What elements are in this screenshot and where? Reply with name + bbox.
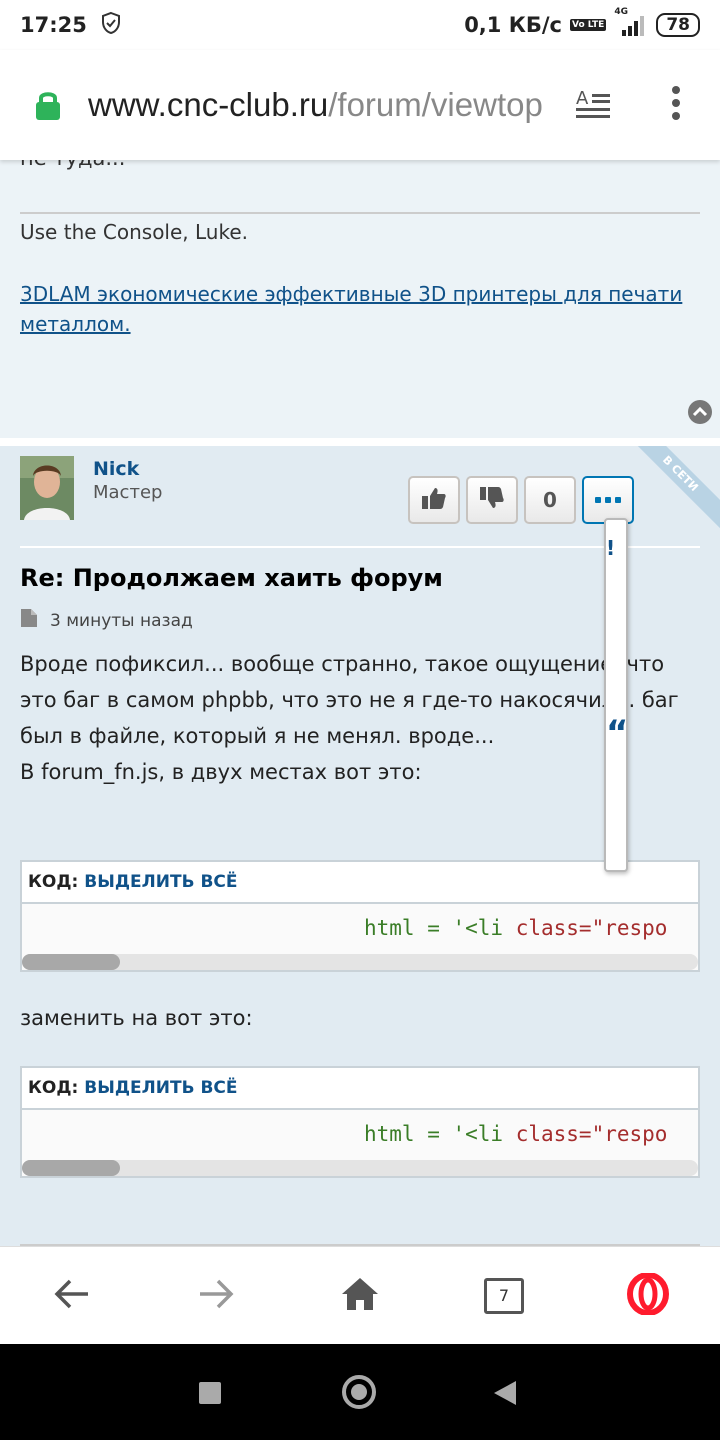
browser-bottom-bar: 7 — [0, 1246, 720, 1344]
dislike-button[interactable] — [466, 476, 518, 524]
thumbs-down-icon — [479, 486, 505, 515]
code-block-2: КОД: ВЫДЕЛИТЬ ВСЁ html = '<li class="res… — [20, 1066, 700, 1178]
recents-button[interactable] — [199, 1382, 221, 1404]
post-body-paragraph: Вроде пофиксил... вообще странно, такое … — [20, 652, 679, 748]
home-system-button[interactable] — [342, 1375, 376, 1409]
url-path: /forum/viewtop — [328, 86, 543, 123]
post-header-divider — [20, 546, 700, 548]
status-bar: 17:25 0,1 КБ/с Vo LTE 4G 78 — [0, 0, 720, 50]
home-button[interactable] — [330, 1266, 390, 1326]
document-icon — [20, 608, 38, 633]
arrow-right-icon — [198, 1278, 234, 1314]
post: Nick Мастер В СЕТИ 0 ! “ Re: Продолжаем … — [0, 446, 720, 1246]
volte-icon: Vo LTE — [570, 19, 607, 31]
lock-icon[interactable] — [34, 89, 62, 121]
post-actions-dropdown: ! “ — [604, 518, 628, 872]
code-header: КОД: ВЫДЕЛИТЬ ВСЁ — [22, 1068, 698, 1110]
back-button[interactable] — [42, 1266, 102, 1326]
arrow-left-icon — [54, 1278, 90, 1314]
svg-text:A: A — [576, 88, 589, 109]
forward-button[interactable] — [186, 1266, 246, 1326]
home-icon — [340, 1276, 380, 1316]
post-author[interactable]: Nick — [93, 458, 139, 480]
url-field[interactable]: www.cnc-club.ru/forum/viewtop — [88, 86, 544, 124]
post-actions-button[interactable] — [582, 476, 634, 524]
page-content: не туда... Use the Console, Luke. 3DLAM … — [0, 160, 720, 1246]
tabs-count: 7 — [484, 1277, 524, 1314]
report-icon[interactable]: ! — [606, 536, 615, 560]
post-separator — [0, 438, 720, 446]
code-header: КОД: ВЫДЕЛИТЬ ВСЁ — [22, 862, 698, 904]
vote-count: 0 — [524, 476, 576, 524]
select-all-link[interactable]: ВЫДЕЛИТЬ ВСЁ — [84, 1078, 237, 1098]
quote-icon[interactable]: “ — [606, 716, 628, 750]
code-content: html = '<li class="respo — [364, 916, 668, 940]
code-scrollbar[interactable] — [22, 1160, 698, 1176]
post-title[interactable]: Re: Продолжаем хаить форум — [20, 564, 443, 592]
more-menu-icon[interactable] — [672, 86, 680, 125]
signal-icon: 4G — [614, 7, 648, 37]
system-navigation-bar — [0, 1344, 720, 1440]
post-time: 3 минуты назад — [50, 610, 193, 631]
signature-text: Use the Console, Luke. — [20, 220, 249, 244]
like-button[interactable] — [408, 476, 460, 524]
previous-post: не туда... Use the Console, Luke. 3DLAM … — [0, 160, 720, 438]
signature-divider — [20, 212, 700, 214]
network-speed: 0,1 КБ/с — [464, 13, 562, 37]
back-to-top-icon[interactable] — [688, 400, 712, 424]
opera-logo-icon — [627, 1271, 669, 1319]
online-ribbon: В СЕТИ — [630, 446, 720, 536]
url-host: www.cnc-club.ru — [88, 86, 329, 123]
author-rank: Мастер — [93, 482, 163, 503]
signature-link[interactable]: 3DLAM экономические эффективные 3D принт… — [20, 279, 690, 339]
code-label: КОД: — [28, 1078, 79, 1098]
previous-post-text: не туда... — [20, 160, 125, 170]
back-system-button[interactable] — [494, 1381, 516, 1405]
post-body-line: заменить на вот это: — [20, 1006, 253, 1030]
code-content: html = '<li class="respo — [364, 1122, 668, 1146]
post-body: Вроде пофиксил... вообще странно, такое … — [20, 646, 700, 790]
post-meta: 3 минуты назад — [20, 608, 193, 633]
avatar[interactable] — [20, 456, 74, 520]
ellipsis-icon — [595, 497, 621, 503]
shield-icon — [101, 11, 121, 40]
code-label: КОД: — [28, 872, 79, 892]
thumbs-up-icon — [421, 486, 447, 515]
code-scrollbar[interactable] — [22, 954, 698, 970]
opera-menu-button[interactable] — [618, 1266, 678, 1326]
address-bar: www.cnc-club.ru/forum/viewtop A — [0, 50, 720, 160]
code-scrollbar-thumb[interactable] — [22, 954, 120, 970]
battery-indicator: 78 — [656, 13, 700, 37]
reader-mode-icon[interactable]: A — [576, 88, 610, 126]
post-body-line: В forum_fn.js, в двух местах вот это: — [20, 760, 422, 784]
code-block-1: КОД: ВЫДЕЛИТЬ ВСЁ html = '<li class="res… — [20, 860, 700, 972]
select-all-link[interactable]: ВЫДЕЛИТЬ ВСЁ — [84, 872, 237, 892]
code-scrollbar-thumb[interactable] — [22, 1160, 120, 1176]
status-time: 17:25 — [20, 13, 87, 37]
tabs-button[interactable]: 7 — [474, 1266, 534, 1326]
